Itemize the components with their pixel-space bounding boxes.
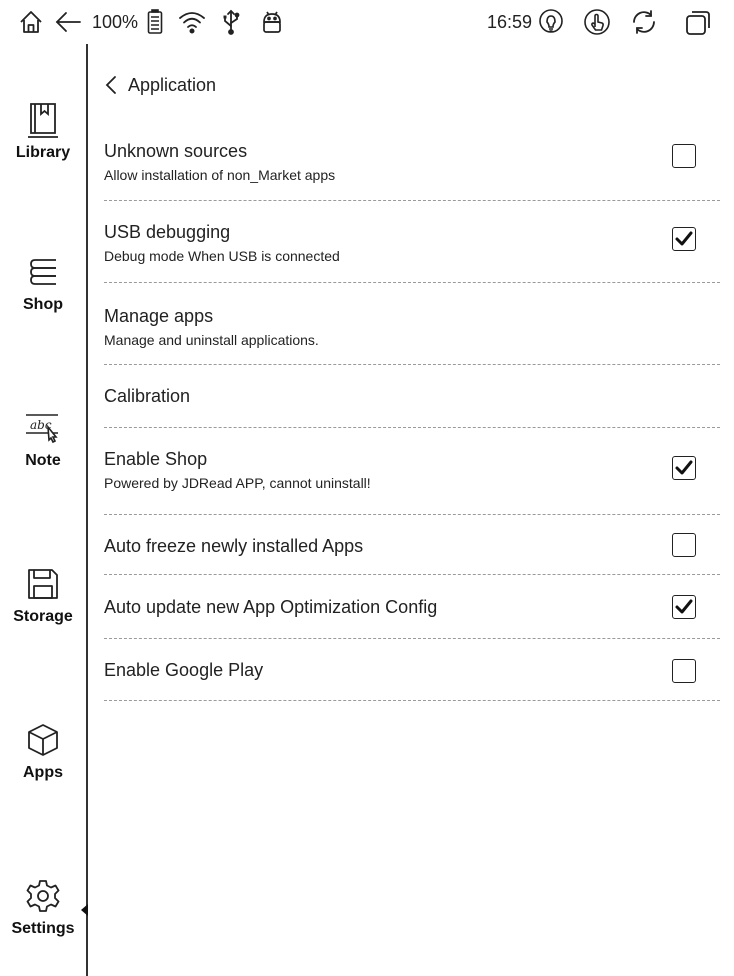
usb-icon [221, 0, 241, 44]
setting-enable-shop[interactable]: Enable Shop Powered by JDRead APP, canno… [104, 428, 720, 515]
sidebar: Library Shop abc Note Storage Apps Setti… [0, 44, 88, 976]
setting-title: Auto update new App Optimization Config [104, 597, 438, 617]
sidebar-item-note[interactable]: abc Note [0, 406, 86, 470]
home-icon[interactable] [18, 0, 44, 44]
library-icon [21, 98, 65, 142]
auto-update-config-checkbox[interactable] [672, 595, 696, 619]
checkmark-icon [675, 460, 693, 475]
setting-auto-update-config[interactable]: Auto update new App Optimization Config [104, 575, 720, 639]
settings-icon [21, 874, 65, 918]
sidebar-item-library[interactable]: Library [0, 98, 86, 162]
checkmark-icon [675, 231, 693, 246]
unknown-sources-checkbox[interactable] [672, 144, 696, 168]
sidebar-item-storage[interactable]: Storage [0, 562, 86, 626]
sidebar-item-apps[interactable]: Apps [0, 718, 86, 782]
sidebar-label-storage: Storage [13, 608, 73, 625]
setting-auto-freeze[interactable]: Auto freeze newly installed Apps [104, 515, 720, 575]
setting-unknown-sources[interactable]: Unknown sources Allow installation of no… [104, 124, 720, 201]
recent-apps-icon[interactable] [684, 0, 712, 44]
storage-icon [21, 562, 65, 606]
active-indicator [81, 904, 88, 916]
enable-google-play-checkbox[interactable] [672, 659, 696, 683]
wifi-icon [178, 0, 206, 44]
sidebar-label-library: Library [15, 144, 71, 161]
setting-title: Manage apps [104, 306, 214, 326]
sidebar-item-settings[interactable]: Settings [0, 874, 88, 938]
setting-usb-debugging[interactable]: USB debugging Debug mode When USB is con… [104, 201, 720, 283]
setting-title: Enable Shop [104, 449, 208, 469]
checkmark-icon [675, 599, 693, 614]
sidebar-item-shop[interactable]: Shop [0, 250, 86, 314]
touch-icon[interactable] [583, 0, 611, 44]
battery-icon [147, 0, 163, 44]
battery-percent: 100% [92, 11, 139, 32]
settings-list: Unknown sources Allow installation of no… [104, 124, 720, 701]
status-bar: 100% 16:59 [0, 0, 734, 44]
usb-debugging-checkbox[interactable] [672, 227, 696, 251]
setting-calibration[interactable]: Calibration [104, 365, 720, 428]
setting-title: Unknown sources [104, 141, 248, 161]
sidebar-label-note: Note [25, 452, 61, 469]
enable-shop-checkbox[interactable] [672, 456, 696, 480]
setting-subtitle: Powered by JDRead APP, cannot uninstall! [104, 475, 371, 491]
auto-freeze-checkbox[interactable] [672, 533, 696, 557]
page-header[interactable]: Application [104, 68, 216, 102]
sidebar-label-settings: Settings [11, 920, 75, 937]
sidebar-label-shop: Shop [23, 296, 63, 313]
setting-manage-apps[interactable]: Manage apps Manage and uninstall applica… [104, 283, 720, 365]
chevron-left-icon[interactable] [104, 74, 118, 96]
setting-enable-google-play[interactable]: Enable Google Play [104, 639, 720, 701]
clock: 16:59 [487, 11, 533, 32]
android-debug-icon [261, 0, 283, 44]
setting-title: Auto freeze newly installed Apps [104, 536, 364, 556]
setting-title: Calibration [104, 386, 191, 406]
back-arrow-icon[interactable] [54, 0, 82, 44]
frontlight-icon[interactable] [538, 0, 564, 44]
note-icon: abc [21, 406, 65, 450]
shop-icon [21, 250, 65, 294]
setting-subtitle: Debug mode When USB is connected [104, 248, 340, 264]
refresh-icon[interactable] [630, 0, 658, 44]
apps-icon [21, 718, 65, 762]
setting-subtitle: Allow installation of non_Market apps [104, 167, 336, 183]
setting-title: Enable Google Play [104, 660, 264, 680]
setting-title: USB debugging [104, 222, 231, 242]
sidebar-label-apps: Apps [23, 764, 63, 781]
page-title: Application [128, 74, 217, 95]
setting-subtitle: Manage and uninstall applications. [104, 332, 319, 348]
